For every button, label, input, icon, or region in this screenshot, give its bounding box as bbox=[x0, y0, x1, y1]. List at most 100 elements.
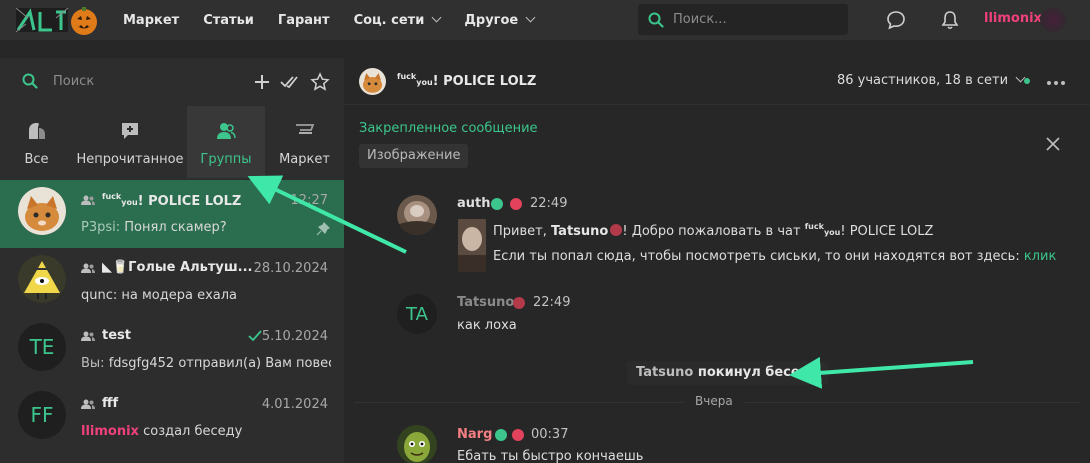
nav-social[interactable]: Соц. сети bbox=[354, 13, 441, 28]
conversation-item[interactable]: TE test 5.10.2024 Вы: fdsgfg452 отправил… bbox=[0, 316, 344, 384]
username[interactable]: llimonix bbox=[984, 11, 1042, 26]
chat-panel: fuckyou! POLICE LOLZ 86 участников, 18 в… bbox=[344, 58, 1090, 463]
conversation-item[interactable]: FF fff 4.01.2024 llimonix создал беседу bbox=[0, 384, 344, 452]
message-text: Ебать ты быстро кончаешь bbox=[457, 449, 644, 463]
conversation-item[interactable]: fuckyou! POLICE LOLZ 12:27 P3psi: Понял … bbox=[0, 180, 344, 248]
top-search-input[interactable]: Поиск... bbox=[638, 4, 848, 35]
main-nav: Маркет Статьи Гарант Соц. сети Другое bbox=[123, 0, 534, 40]
day-label: Вчера bbox=[683, 394, 745, 408]
conversation-avatar: TE bbox=[18, 323, 66, 371]
group-icon bbox=[81, 263, 95, 273]
tab-groups[interactable]: Группы bbox=[187, 106, 265, 178]
search-icon bbox=[648, 12, 664, 28]
message-avatar[interactable] bbox=[397, 425, 437, 463]
message-author[interactable]: auth bbox=[457, 196, 491, 211]
conversation-last-message: qunc: на модера ехала bbox=[81, 288, 238, 303]
pin-icon[interactable] bbox=[316, 222, 330, 236]
close-icon[interactable] bbox=[1045, 136, 1061, 152]
more-options-icon[interactable] bbox=[1047, 81, 1065, 85]
site-logo-icon[interactable] bbox=[12, 4, 100, 36]
message-avatar[interactable]: TA bbox=[397, 294, 437, 334]
top-search-placeholder: Поиск... bbox=[673, 12, 727, 27]
conversation-avatar bbox=[18, 187, 66, 235]
conversation-time: 28.10.2024 bbox=[253, 261, 328, 276]
message-time: 22:49 bbox=[530, 196, 568, 211]
nav-guarantor[interactable]: Гарант bbox=[278, 13, 330, 28]
tab-market-label: Маркет bbox=[279, 152, 330, 167]
group-icon bbox=[217, 123, 236, 139]
verified-icon bbox=[491, 198, 503, 210]
online-indicator bbox=[1024, 78, 1030, 84]
tab-market[interactable]: Маркет bbox=[265, 106, 344, 178]
conversation-name: fff bbox=[102, 396, 119, 411]
members-dropdown[interactable]: 86 участников, 18 в сети bbox=[837, 73, 1024, 88]
author-link[interactable]: llimonix bbox=[81, 424, 139, 439]
category-tabs: Все Непрочитанное Группы Маркет bbox=[0, 106, 344, 178]
blocked-icon bbox=[513, 297, 525, 309]
photo-avatar-icon bbox=[397, 195, 437, 235]
nav-other[interactable]: Другое bbox=[464, 13, 534, 28]
conversation-avatar: FF bbox=[18, 391, 66, 439]
message-author[interactable]: Tatsuno bbox=[457, 295, 514, 310]
triangle-eye-avatar-icon bbox=[18, 255, 66, 303]
chats-icon bbox=[28, 123, 45, 139]
conversation-item[interactable]: ◣🥛Голые Альтуш... 28.10.2024 qunc: на мо… bbox=[0, 248, 344, 316]
chat-plus-icon bbox=[122, 123, 138, 139]
message-author[interactable]: Narg bbox=[457, 427, 492, 442]
nav-market[interactable]: Маркет bbox=[123, 13, 179, 28]
blocked-icon bbox=[610, 224, 623, 236]
message-avatar[interactable] bbox=[397, 195, 437, 235]
cat-avatar-icon bbox=[359, 68, 386, 95]
conversation-name: test bbox=[102, 328, 131, 343]
plant-avatar-icon bbox=[397, 425, 437, 463]
conversation-last-message: llimonix создал беседу bbox=[81, 424, 243, 439]
verified-icon bbox=[495, 429, 507, 441]
search-icon bbox=[22, 73, 38, 89]
pinned-message-title[interactable]: Закрепленное сообщение bbox=[359, 121, 538, 136]
blocked-icon bbox=[512, 429, 524, 441]
message-link[interactable]: клик bbox=[1024, 249, 1056, 264]
bell-icon[interactable] bbox=[939, 9, 961, 31]
message-text: как лоха bbox=[457, 318, 517, 333]
sidebar-search[interactable]: Поиск bbox=[0, 58, 344, 106]
chat-title: fuckyou! POLICE LOLZ bbox=[397, 72, 537, 89]
cart-icon bbox=[295, 124, 314, 134]
system-message: Tatsuno покинул беседу bbox=[627, 361, 828, 385]
system-user[interactable]: Tatsuno bbox=[636, 365, 693, 380]
conversations-panel: Поиск Все Непрочитанное Группы Маркет fu… bbox=[0, 58, 344, 463]
group-icon bbox=[81, 331, 95, 341]
tab-all-label: Все bbox=[24, 152, 49, 167]
check-icon bbox=[248, 330, 262, 342]
message-time: 22:49 bbox=[533, 295, 571, 310]
conversation-last-message: Вы: fdsgfg452 отправил(а) Вам повес... bbox=[81, 356, 331, 371]
message-text: Привет, Tatsuno! Добро пожаловать в чат … bbox=[493, 222, 934, 239]
message-time: 00:37 bbox=[531, 427, 569, 442]
pinned-message-badge[interactable]: Изображение bbox=[359, 144, 469, 168]
conversation-list: fuckyou! POLICE LOLZ 12:27 P3psi: Понял … bbox=[0, 180, 344, 452]
conversation-name: fuckyou! POLICE LOLZ bbox=[102, 192, 242, 209]
tab-groups-label: Группы bbox=[200, 152, 252, 167]
double-check-icon[interactable] bbox=[279, 72, 299, 92]
tab-unread[interactable]: Непрочитанное bbox=[73, 106, 187, 178]
chat-header: fuckyou! POLICE LOLZ 86 участников, 18 в… bbox=[344, 58, 1090, 104]
conversation-time: 4.01.2024 bbox=[261, 397, 328, 412]
mention-link[interactable]: Tatsuno bbox=[551, 224, 608, 239]
top-bar: Маркет Статьи Гарант Соц. сети Другое По… bbox=[0, 0, 1090, 40]
conversation-time: 12:27 bbox=[290, 193, 328, 208]
attached-image[interactable] bbox=[458, 219, 486, 272]
plus-icon[interactable] bbox=[252, 72, 272, 92]
tab-all[interactable]: Все bbox=[0, 106, 73, 178]
chat-avatar[interactable] bbox=[359, 68, 386, 95]
conversation-name: ◣🥛Голые Альтуш... bbox=[102, 260, 253, 275]
cat-avatar-icon bbox=[18, 187, 66, 235]
conversation-time: 5.10.2024 bbox=[261, 329, 328, 344]
image-thumbnail-icon bbox=[458, 219, 486, 272]
nav-articles[interactable]: Статьи bbox=[203, 13, 254, 28]
conversation-last-message: P3psi: Понял скамер? bbox=[81, 220, 227, 235]
star-icon[interactable] bbox=[310, 72, 330, 92]
conversation-avatar bbox=[18, 255, 66, 303]
chat-bubble-icon[interactable] bbox=[885, 9, 907, 31]
message-text: Если ты попал сюда, чтобы посмотреть сис… bbox=[493, 249, 1057, 264]
user-avatar[interactable] bbox=[1040, 8, 1066, 32]
header-divider bbox=[344, 104, 1090, 105]
